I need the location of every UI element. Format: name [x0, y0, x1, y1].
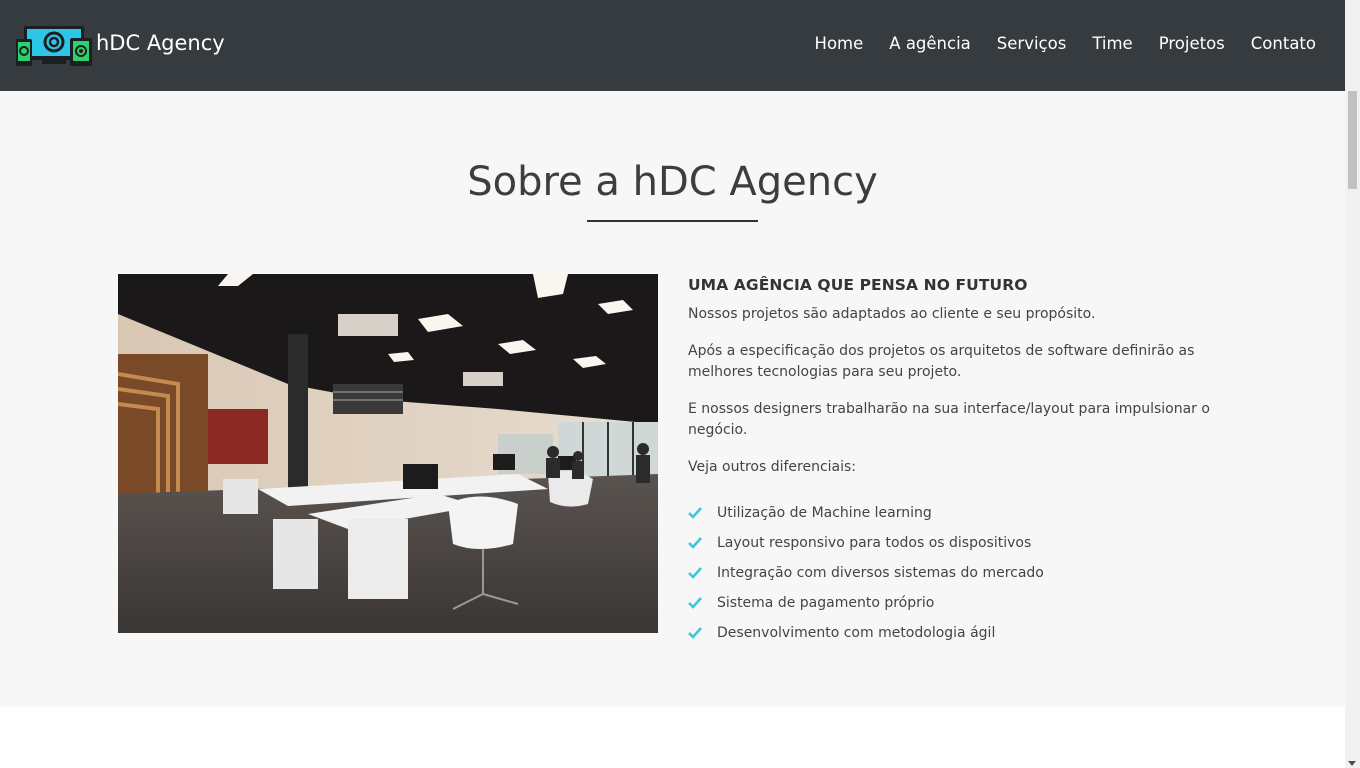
main-nav: Home A agência Serviços Time Projetos Co…: [789, 34, 1316, 53]
feature-label: Sistema de pagamento próprio: [717, 595, 935, 611]
about-text: UMA AGÊNCIA QUE PENSA NO FUTURO Nossos p…: [688, 276, 1248, 648]
about-headline: UMA AGÊNCIA QUE PENSA NO FUTURO: [688, 276, 1028, 294]
nav-link-agencia[interactable]: A agência: [889, 34, 971, 53]
list-item: Integração com diversos sistemas do merc…: [688, 558, 1248, 588]
scroll-down-arrow-icon[interactable]: [1348, 761, 1356, 766]
title-underline: [587, 220, 758, 222]
features-list: Utilização de Machine learning Layout re…: [688, 498, 1248, 648]
section-title: Sobre a hDC Agency: [467, 159, 878, 205]
navbar: hDC Agency Home A agência Serviços Time …: [0, 0, 1345, 91]
feature-label: Integração com diversos sistemas do merc…: [717, 565, 1044, 581]
check-icon: [688, 507, 702, 519]
office-photo: [118, 274, 658, 633]
vertical-scrollbar[interactable]: [1345, 0, 1360, 768]
brand-name: hDC Agency: [96, 30, 225, 55]
about-paragraph: Nossos projetos são adaptados ao cliente…: [688, 306, 1096, 322]
about-paragraph: E nossos designers trabalharão na sua in…: [688, 401, 1210, 438]
office-photo-illustration: [118, 274, 658, 633]
devices-logo-icon: [16, 26, 92, 66]
nav-link-time[interactable]: Time: [1092, 34, 1132, 53]
feature-label: Utilização de Machine learning: [717, 505, 932, 521]
nav-link-projetos[interactable]: Projetos: [1159, 34, 1225, 53]
brand[interactable]: hDC Agency: [16, 24, 225, 67]
about-section: Sobre a hDC Agency UMA AGÊNCIA QUE PENSA…: [0, 91, 1345, 707]
nav-link-home[interactable]: Home: [815, 34, 864, 53]
feature-label: Layout responsivo para todos os disposit…: [717, 535, 1032, 551]
list-item: Utilização de Machine learning: [688, 498, 1248, 528]
nav-link-contato[interactable]: Contato: [1251, 34, 1316, 53]
nav-link-servicos[interactable]: Serviços: [997, 34, 1067, 53]
feature-label: Desenvolvimento com metodologia ágil: [717, 625, 996, 641]
check-icon: [688, 537, 702, 549]
list-item: Desenvolvimento com metodologia ágil: [688, 618, 1248, 648]
check-icon: [688, 567, 702, 579]
list-item: Sistema de pagamento próprio: [688, 588, 1248, 618]
list-item: Layout responsivo para todos os disposit…: [688, 528, 1248, 558]
scrollbar-thumb[interactable]: [1348, 91, 1357, 189]
about-paragraph: Veja outros diferenciais:: [688, 459, 857, 475]
about-paragraph: Após a especificação dos projetos os arq…: [688, 343, 1195, 380]
check-icon: [688, 627, 702, 639]
check-icon: [688, 597, 702, 609]
